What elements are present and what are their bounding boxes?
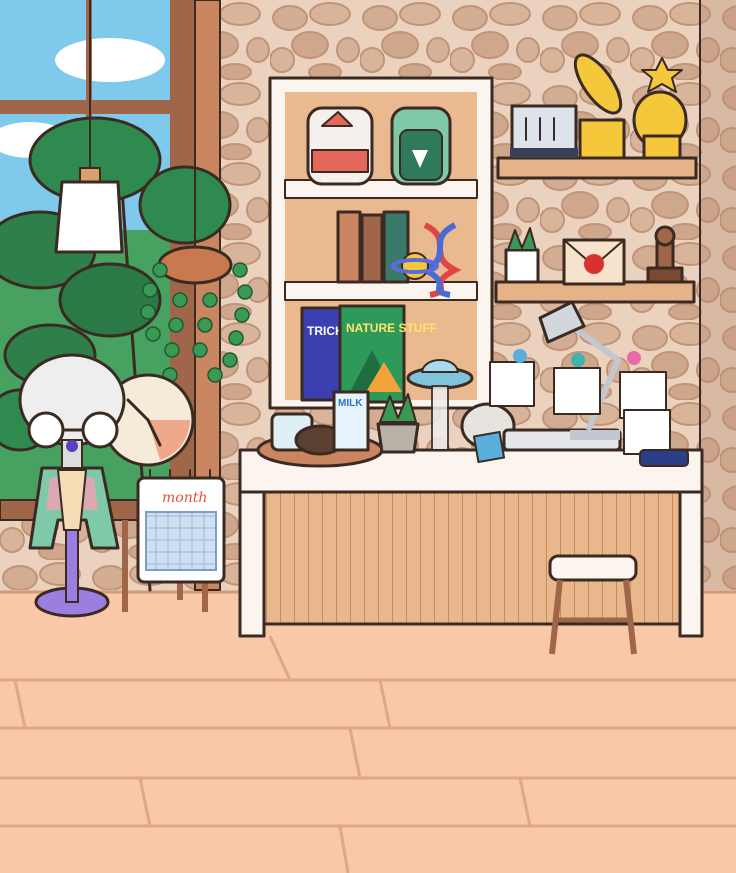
milk-carton[interactable]: MILK xyxy=(332,390,370,452)
newtons-cradle[interactable] xyxy=(510,104,578,160)
backpack-red[interactable] xyxy=(306,106,374,186)
wooden-floor xyxy=(0,590,736,873)
wall-shelf-top xyxy=(496,156,698,180)
sticky-note[interactable] xyxy=(472,430,506,464)
room-scene: month TRICK NATURE STUFF MILK xyxy=(0,0,736,873)
backpack-green[interactable] xyxy=(390,106,452,186)
book-nature-title: NATURE STUFF xyxy=(346,321,437,335)
phone[interactable] xyxy=(639,449,689,467)
calendar[interactable]: month xyxy=(136,469,226,584)
desk[interactable] xyxy=(238,448,704,638)
calendar-title: month xyxy=(162,490,207,506)
letter-envelope[interactable] xyxy=(562,238,626,286)
room-illustration: month TRICK NATURE STUFF MILK xyxy=(0,0,736,873)
milk-label: MILK xyxy=(338,398,363,409)
